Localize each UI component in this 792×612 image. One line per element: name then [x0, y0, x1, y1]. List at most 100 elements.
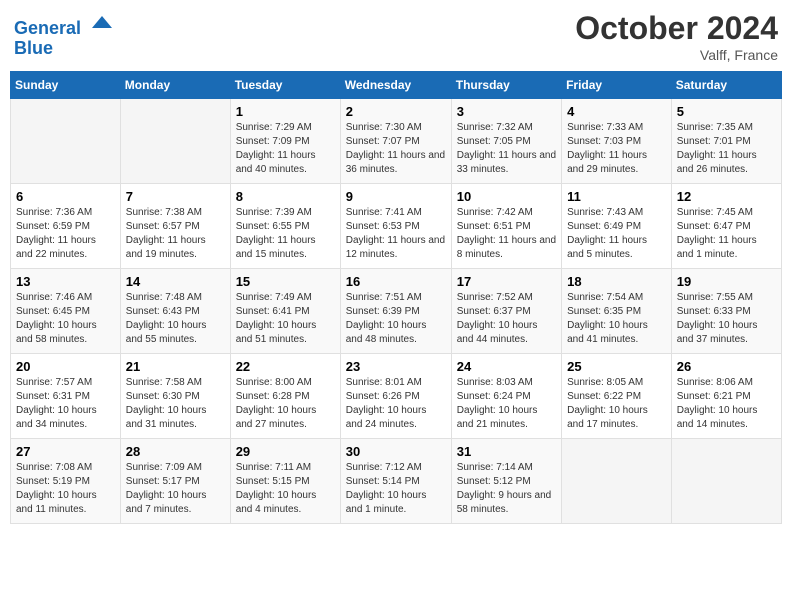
page-header: General Blue October 2024 Valff, France [10, 10, 782, 63]
week-row-5: 27 Sunrise: 7:08 AM Sunset: 5:19 PM Dayli… [11, 439, 782, 524]
col-header-friday: Friday [562, 72, 672, 99]
day-info: Sunrise: 7:38 AM Sunset: 6:57 PM Dayligh… [126, 206, 225, 262]
day-number: 17 [457, 274, 556, 289]
col-header-thursday: Thursday [451, 72, 561, 99]
calendar-cell: 10 Sunrise: 7:42 AM Sunset: 6:51 PM Dayli… [451, 184, 561, 269]
calendar-cell [562, 439, 672, 524]
day-number: 24 [457, 359, 556, 374]
calendar-cell: 31Sunrise: 7:14 AM Sunset: 5:12 PM Dayli… [451, 439, 561, 524]
day-info: Sunrise: 8:06 AM Sunset: 6:21 PM Dayligh… [677, 376, 776, 432]
calendar-cell: 23 Sunrise: 8:01 AM Sunset: 6:26 PM Dayli… [340, 354, 451, 439]
week-row-3: 13 Sunrise: 7:46 AM Sunset: 6:45 PM Dayli… [11, 269, 782, 354]
calendar-cell: 25Sunrise: 8:05 AM Sunset: 6:22 PM Dayli… [562, 354, 672, 439]
day-number: 22 [236, 359, 335, 374]
calendar-cell [120, 99, 230, 184]
day-number: 6 [16, 189, 115, 204]
day-info: Sunrise: 8:03 AM Sunset: 6:24 PM Dayligh… [457, 376, 556, 432]
day-info: Sunrise: 7:48 AM Sunset: 6:43 PM Dayligh… [126, 291, 225, 347]
calendar-cell: 1Sunrise: 7:29 AM Sunset: 7:09 PM Daylig… [230, 99, 340, 184]
week-row-1: 1Sunrise: 7:29 AM Sunset: 7:09 PM Daylig… [11, 99, 782, 184]
col-header-saturday: Saturday [671, 72, 781, 99]
calendar-cell: 4 Sunrise: 7:33 AM Sunset: 7:03 PM Daylig… [562, 99, 672, 184]
calendar-table: SundayMondayTuesdayWednesdayThursdayFrid… [10, 71, 782, 524]
calendar-cell: 3 Sunrise: 7:32 AM Sunset: 7:05 PM Daylig… [451, 99, 561, 184]
day-number: 13 [16, 274, 115, 289]
calendar-cell: 2 Sunrise: 7:30 AM Sunset: 7:07 PM Daylig… [340, 99, 451, 184]
day-number: 5 [677, 104, 776, 119]
day-number: 30 [346, 444, 446, 459]
calendar-cell: 16Sunrise: 7:51 AM Sunset: 6:39 PM Dayli… [340, 269, 451, 354]
day-info: Sunrise: 7:08 AM Sunset: 5:19 PM Dayligh… [16, 461, 115, 517]
header-row: SundayMondayTuesdayWednesdayThursdayFrid… [11, 72, 782, 99]
day-number: 29 [236, 444, 335, 459]
day-number: 20 [16, 359, 115, 374]
day-number: 31 [457, 444, 556, 459]
calendar-cell: 24 Sunrise: 8:03 AM Sunset: 6:24 PM Dayli… [451, 354, 561, 439]
day-number: 27 [16, 444, 115, 459]
calendar-cell: 28 Sunrise: 7:09 AM Sunset: 5:17 PM Dayli… [120, 439, 230, 524]
calendar-cell: 15Sunrise: 7:49 AM Sunset: 6:41 PM Dayli… [230, 269, 340, 354]
week-row-4: 20 Sunrise: 7:57 AM Sunset: 6:31 PM Dayli… [11, 354, 782, 439]
col-header-sunday: Sunday [11, 72, 121, 99]
day-info: Sunrise: 7:45 AM Sunset: 6:47 PM Dayligh… [677, 206, 776, 262]
title-block: October 2024 Valff, France [575, 10, 778, 63]
day-number: 18 [567, 274, 666, 289]
day-number: 23 [346, 359, 446, 374]
day-info: Sunrise: 7:55 AM Sunset: 6:33 PM Dayligh… [677, 291, 776, 347]
calendar-cell: 8 Sunrise: 7:39 AM Sunset: 6:55 PM Daylig… [230, 184, 340, 269]
calendar-cell: 27 Sunrise: 7:08 AM Sunset: 5:19 PM Dayli… [11, 439, 121, 524]
day-info: Sunrise: 7:33 AM Sunset: 7:03 PM Dayligh… [567, 121, 666, 177]
day-number: 4 [567, 104, 666, 119]
calendar-cell [671, 439, 781, 524]
day-info: Sunrise: 7:32 AM Sunset: 7:05 PM Dayligh… [457, 121, 556, 177]
calendar-cell [11, 99, 121, 184]
col-header-monday: Monday [120, 72, 230, 99]
logo-blue: Blue [14, 38, 53, 58]
calendar-cell: 26 Sunrise: 8:06 AM Sunset: 6:21 PM Dayli… [671, 354, 781, 439]
day-number: 8 [236, 189, 335, 204]
day-info: Sunrise: 7:51 AM Sunset: 6:39 PM Dayligh… [346, 291, 446, 347]
week-row-2: 6 Sunrise: 7:36 AM Sunset: 6:59 PM Daylig… [11, 184, 782, 269]
calendar-cell: 17Sunrise: 7:52 AM Sunset: 6:37 PM Dayli… [451, 269, 561, 354]
day-number: 2 [346, 104, 446, 119]
day-info: Sunrise: 7:41 AM Sunset: 6:53 PM Dayligh… [346, 206, 446, 262]
day-info: Sunrise: 7:39 AM Sunset: 6:55 PM Dayligh… [236, 206, 335, 262]
calendar-cell: 21Sunrise: 7:58 AM Sunset: 6:30 PM Dayli… [120, 354, 230, 439]
day-number: 26 [677, 359, 776, 374]
day-number: 12 [677, 189, 776, 204]
day-info: Sunrise: 7:58 AM Sunset: 6:30 PM Dayligh… [126, 376, 225, 432]
day-info: Sunrise: 7:46 AM Sunset: 6:45 PM Dayligh… [16, 291, 115, 347]
logo-text: General Blue [14, 10, 112, 59]
day-number: 19 [677, 274, 776, 289]
day-number: 9 [346, 189, 446, 204]
calendar-cell: 19 Sunrise: 7:55 AM Sunset: 6:33 PM Dayli… [671, 269, 781, 354]
calendar-cell: 11Sunrise: 7:43 AM Sunset: 6:49 PM Dayli… [562, 184, 672, 269]
day-number: 25 [567, 359, 666, 374]
day-info: Sunrise: 7:42 AM Sunset: 6:51 PM Dayligh… [457, 206, 556, 262]
logo: General Blue [14, 10, 112, 59]
day-info: Sunrise: 7:30 AM Sunset: 7:07 PM Dayligh… [346, 121, 446, 177]
calendar-cell: 29 Sunrise: 7:11 AM Sunset: 5:15 PM Dayli… [230, 439, 340, 524]
day-number: 15 [236, 274, 335, 289]
logo-icon [88, 10, 112, 34]
day-info: Sunrise: 8:00 AM Sunset: 6:28 PM Dayligh… [236, 376, 335, 432]
day-number: 3 [457, 104, 556, 119]
calendar-cell: 20 Sunrise: 7:57 AM Sunset: 6:31 PM Dayli… [11, 354, 121, 439]
calendar-cell: 12 Sunrise: 7:45 AM Sunset: 6:47 PM Dayli… [671, 184, 781, 269]
calendar-cell: 5 Sunrise: 7:35 AM Sunset: 7:01 PM Daylig… [671, 99, 781, 184]
day-number: 28 [126, 444, 225, 459]
calendar-cell: 6 Sunrise: 7:36 AM Sunset: 6:59 PM Daylig… [11, 184, 121, 269]
day-info: Sunrise: 7:09 AM Sunset: 5:17 PM Dayligh… [126, 461, 225, 517]
day-info: Sunrise: 7:57 AM Sunset: 6:31 PM Dayligh… [16, 376, 115, 432]
day-info: Sunrise: 7:35 AM Sunset: 7:01 PM Dayligh… [677, 121, 776, 177]
month-title: October 2024 [575, 10, 778, 47]
day-number: 10 [457, 189, 556, 204]
day-info: Sunrise: 7:54 AM Sunset: 6:35 PM Dayligh… [567, 291, 666, 347]
calendar-cell: 7Sunrise: 7:38 AM Sunset: 6:57 PM Daylig… [120, 184, 230, 269]
day-info: Sunrise: 7:11 AM Sunset: 5:15 PM Dayligh… [236, 461, 335, 517]
day-info: Sunrise: 8:01 AM Sunset: 6:26 PM Dayligh… [346, 376, 446, 432]
location: Valff, France [575, 47, 778, 63]
day-info: Sunrise: 7:36 AM Sunset: 6:59 PM Dayligh… [16, 206, 115, 262]
calendar-cell: 9 Sunrise: 7:41 AM Sunset: 6:53 PM Daylig… [340, 184, 451, 269]
day-info: Sunrise: 7:29 AM Sunset: 7:09 PM Dayligh… [236, 121, 335, 177]
